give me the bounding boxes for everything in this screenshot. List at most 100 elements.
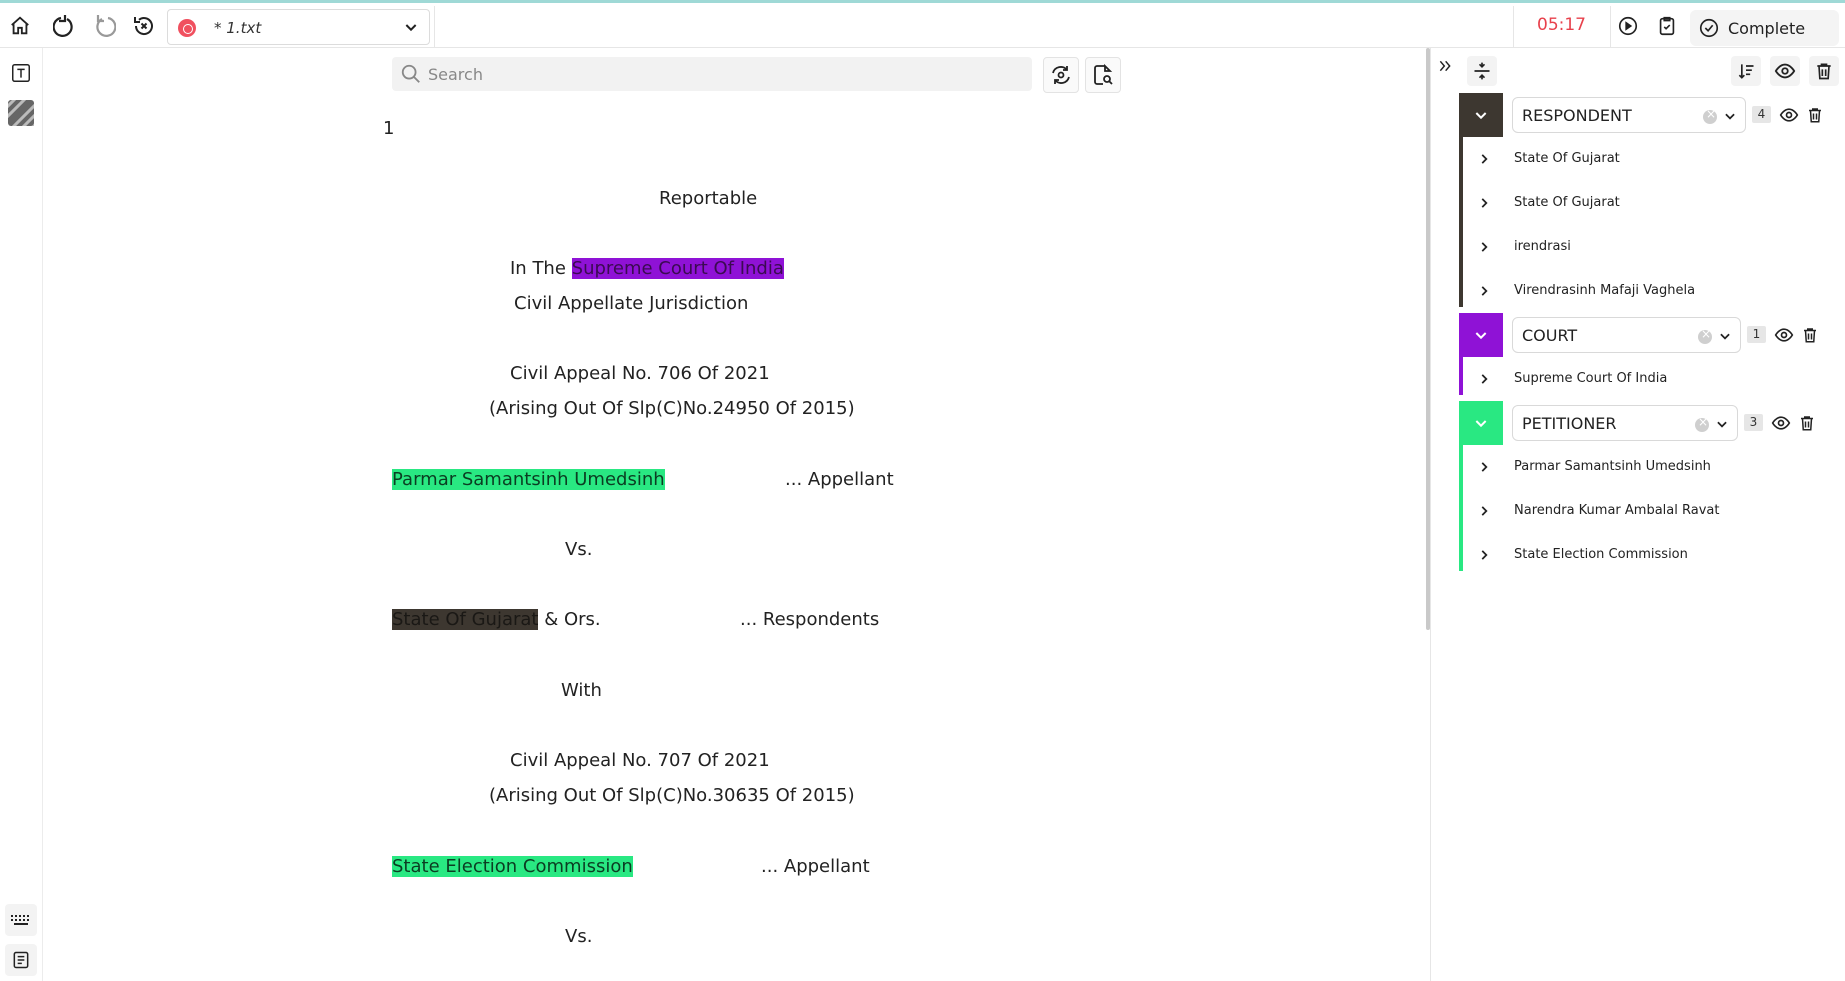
trash-icon[interactable] xyxy=(1804,104,1826,126)
entity-list-item[interactable]: Narendra Kumar Ambalal Ravat xyxy=(1463,489,1845,533)
search-placeholder: Search xyxy=(428,65,483,84)
chevron-down-icon xyxy=(1475,332,1487,340)
group-toggle-button[interactable] xyxy=(1459,93,1503,137)
group-toggle-button[interactable] xyxy=(1459,401,1503,445)
entity-count-badge: 4 xyxy=(1752,106,1771,123)
doc-line-vs: Vs. xyxy=(565,926,593,947)
label-group-header: RESPONDENT 4 xyxy=(1459,93,1845,137)
sort-icon[interactable] xyxy=(1731,56,1761,86)
chevron-right-icon[interactable] xyxy=(1477,371,1491,390)
chevron-down-icon[interactable] xyxy=(1723,108,1737,127)
eye-icon[interactable] xyxy=(1777,104,1801,126)
doc-line-appellant-role: ... Appellant xyxy=(761,856,870,877)
label-select[interactable]: PETITIONER xyxy=(1512,405,1738,441)
home-icon[interactable] xyxy=(6,12,34,40)
collapse-all-icon[interactable] xyxy=(1467,56,1497,86)
chevron-right-icon[interactable] xyxy=(1477,503,1491,522)
undo-icon[interactable] xyxy=(51,12,79,40)
entity-list-item[interactable]: State Of Gujarat xyxy=(1463,137,1845,181)
redo-icon[interactable] xyxy=(90,12,118,40)
hatch-pattern-icon[interactable] xyxy=(5,97,37,129)
label-select-value: COURT xyxy=(1522,326,1578,345)
doc-line-respondent: State Of Gujarat & Ors. xyxy=(392,609,601,630)
entity-list-item[interactable]: Supreme Court Of India xyxy=(1463,357,1845,401)
label-select[interactable]: COURT xyxy=(1512,317,1741,353)
document-search-icon xyxy=(1094,63,1113,85)
chevron-down-icon[interactable] xyxy=(1715,416,1729,435)
entity-text: State Election Commission xyxy=(1514,547,1688,562)
toolbar-divider xyxy=(1513,6,1514,51)
doc-line-with: With xyxy=(561,680,602,701)
entity-list-item[interactable]: Virendrasinh Mafaji Vaghela xyxy=(1463,269,1845,313)
doc-line-jurisdiction: Civil Appellate Jurisdiction xyxy=(514,293,749,314)
trash-icon[interactable] xyxy=(1809,56,1839,86)
chevron-down-icon xyxy=(1475,420,1487,428)
clear-icon[interactable] xyxy=(1698,327,1712,344)
entity-text: State Of Gujarat xyxy=(1514,151,1620,166)
search-input[interactable]: Search xyxy=(392,57,1032,91)
document-search-button[interactable] xyxy=(1085,57,1121,93)
entity-text: Virendrasinh Mafaji Vaghela xyxy=(1514,283,1696,298)
group-toggle-button[interactable] xyxy=(1459,313,1503,357)
eye-icon[interactable] xyxy=(1769,412,1793,434)
trash-icon[interactable] xyxy=(1799,324,1821,346)
court-highlight[interactable]: Supreme Court Of India xyxy=(571,258,784,279)
reset-icon[interactable] xyxy=(130,12,158,40)
entity-count-badge: 3 xyxy=(1744,414,1763,431)
doc-line-appellant-role: ... Appellant xyxy=(785,469,894,490)
entity-list-item[interactable]: irendrasi xyxy=(1463,225,1845,269)
label-select[interactable]: RESPONDENT xyxy=(1512,97,1746,133)
chevron-right-icon[interactable] xyxy=(1477,195,1491,214)
file-select[interactable]: * 1.txt xyxy=(167,9,430,45)
text-tool-icon[interactable] xyxy=(5,57,37,89)
entity-text: State Of Gujarat xyxy=(1514,195,1620,210)
chevron-right-icon[interactable] xyxy=(1477,459,1491,478)
keyboard-icon[interactable] xyxy=(5,904,37,936)
respondent-highlight[interactable]: State Of Gujarat xyxy=(392,609,539,630)
eye-icon[interactable] xyxy=(1772,324,1796,346)
doc-line-arising: (Arising Out Of Slp(C)No.24950 Of 2015) xyxy=(489,398,855,419)
chevron-down-icon[interactable] xyxy=(1718,328,1732,347)
file-name: * 1.txt xyxy=(214,19,262,37)
eye-icon[interactable] xyxy=(1770,56,1800,86)
record-icon[interactable] xyxy=(1614,12,1642,40)
entity-list-item[interactable]: State Election Commission xyxy=(1463,533,1845,577)
timer: 05:17 xyxy=(1537,15,1586,35)
doc-text-in-the: In The xyxy=(510,258,572,279)
check-circle-icon xyxy=(1699,18,1719,38)
sync-search-button[interactable] xyxy=(1043,57,1079,93)
chevron-right-icon[interactable] xyxy=(1477,547,1491,566)
file-status-icon xyxy=(178,19,196,37)
toolbar-divider xyxy=(434,6,435,51)
form-icon[interactable] xyxy=(5,944,37,976)
trash-icon[interactable] xyxy=(1796,412,1818,434)
clear-icon[interactable] xyxy=(1703,107,1717,124)
page-number: 1 xyxy=(383,118,395,139)
top-toolbar: * 1.txt 05:17 Complete xyxy=(0,3,1845,51)
label-group-header: PETITIONER 3 xyxy=(1459,401,1845,445)
chevron-right-icon[interactable] xyxy=(1477,283,1491,302)
chevron-right-icon[interactable] xyxy=(1477,151,1491,170)
annotation-panel: RESPONDENT 4 State Of Gujarat xyxy=(1430,48,1845,981)
document-area: Search 1 Reportable In The Supreme Court… xyxy=(43,48,1428,981)
chevron-right-icon[interactable] xyxy=(1477,239,1491,258)
clear-icon[interactable] xyxy=(1695,415,1709,432)
entity-text: Narendra Kumar Ambalal Ravat xyxy=(1514,503,1720,518)
entity-text: Parmar Samantsinh Umedsinh xyxy=(1514,459,1711,474)
sync-search-icon xyxy=(1052,66,1070,84)
entity-list-item[interactable]: Parmar Samantsinh Umedsinh xyxy=(1463,445,1845,489)
entity-count-badge: 1 xyxy=(1747,326,1766,343)
label-group-header: COURT 1 xyxy=(1459,313,1845,357)
search-icon xyxy=(400,63,422,89)
doc-line-appeal: Civil Appeal No. 707 Of 2021 xyxy=(510,750,770,771)
petitioner-highlight[interactable]: State Election Commission xyxy=(392,856,633,877)
collapse-panel-icon[interactable] xyxy=(1431,52,1459,80)
clipboard-check-icon[interactable] xyxy=(1653,12,1681,40)
doc-line-respondent-role: ... Respondents xyxy=(740,609,880,630)
chevron-down-icon xyxy=(403,19,419,39)
petitioner-highlight[interactable]: Parmar Samantsinh Umedsinh xyxy=(392,469,665,490)
toolbar-divider xyxy=(1610,6,1611,51)
doc-line-court: In The Supreme Court Of India xyxy=(510,258,784,279)
complete-button[interactable]: Complete xyxy=(1690,10,1839,46)
entity-list-item[interactable]: State Of Gujarat xyxy=(1463,181,1845,225)
